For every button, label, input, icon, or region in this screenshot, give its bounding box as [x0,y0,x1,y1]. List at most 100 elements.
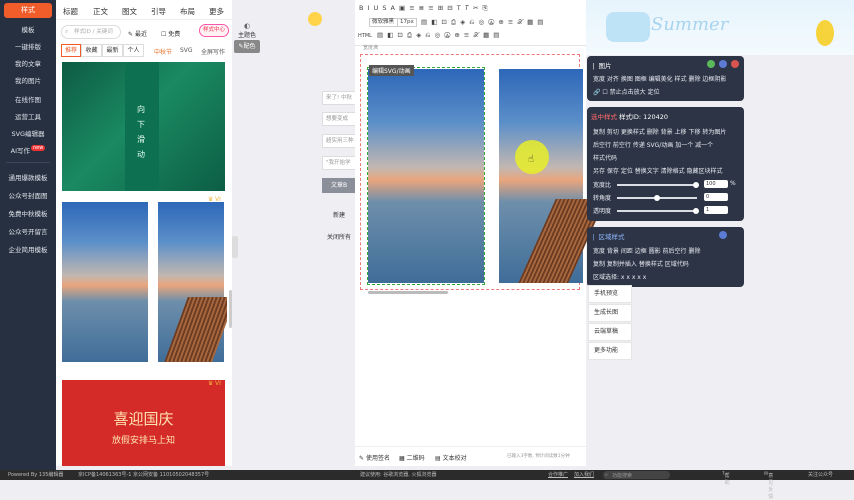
nav-logo-style[interactable]: 样式 [4,3,52,18]
article-b-button[interactable]: 文章B [322,178,356,193]
vip-label: VI [215,196,221,203]
area-actions-row1[interactable]: 宽度 背景 间距 边框 圆影 前后空行 删除 [593,246,700,255]
format-icons-row2[interactable]: ▤ ◧ ⊡ ⎙ ◈ ⎌ ◎ Ⓐ ⊕ ≡ 𝒳 ▦ ▤ [421,18,544,27]
rotate-slider-knob[interactable] [654,195,660,201]
tab-title[interactable]: 标题 [63,6,78,17]
nav-item-svg[interactable]: SVG编辑器 [0,128,56,138]
format-icons-row1[interactable]: B I U S A ▣ ≡ ≣ ≡ ⊞ ⊟ T 𝑇 ✂ ⎘ [359,4,489,13]
nav-item-images[interactable]: 我的图片 [0,75,56,85]
tab-more[interactable]: 更多 [209,6,224,17]
template-card-photo[interactable]: ♛ VI [61,196,227,363]
format-icons-row3[interactable]: ▤ ◧ ⊡ ⎙ ◈ ⎌ ◎ Ⓐ ⊕ ≡ 𝒳 ▦ ▤ [377,31,500,40]
template-card-nationalday[interactable]: 喜迎国庆 放假安排马上知 ♛ VI [62,380,225,466]
filter-latest[interactable]: 最新 [102,44,123,57]
opacity-slider-knob[interactable] [693,208,699,214]
style-actions-row2[interactable]: 后空行 前空行 传递 SVG/动画 加一个 减一个 [593,140,713,149]
opacity-slider[interactable] [617,208,699,214]
recent-article-3[interactable]: 超实用三种 [322,134,356,148]
editor-canvas[interactable]: 宽度满 编辑SVG/动画 [355,45,606,446]
nav-item-comments[interactable]: 公众号开留言 [0,226,56,236]
left-nav: 样式 模板 一键排版 我的文章 我的图片 在线作图 运营工具 SVG编辑器 AI… [0,0,56,470]
recent-article-2[interactable]: 想要变成 [322,112,356,126]
free-checkbox[interactable]: ☐ 免费 [161,29,180,38]
style-code-button[interactable]: 样式代码 [593,153,617,162]
close-all-button[interactable]: 关闭所有 [322,230,356,245]
new-article-button[interactable]: 新建 [322,208,356,223]
style-actions-row4[interactable]: 另存 保存 定位 替换文字 清除格式 隐藏区块样式 [593,166,723,175]
svg-block-frame[interactable]: 编辑SVG/动画 [360,54,606,294]
edit-svg-tag[interactable]: 编辑SVG/动画 [369,65,414,76]
color-label: 配色 [243,43,256,50]
style-actions-row1[interactable]: 复制 剪切 更换样式 删除 背景 上移 下移 转为图片 [593,127,726,136]
nav-item-onekey[interactable]: 一键排版 [0,41,56,51]
nav-item-enterprise[interactable]: 企业简用模板 [0,244,56,254]
long-image-button[interactable]: 生成长图 [588,304,632,322]
width-slider-knob[interactable] [693,182,699,188]
nav-item-hot[interactable]: 通用爆款模板 [0,172,56,182]
svg-hscroll[interactable] [368,291,448,294]
search-row: ⌕ 样式ID / 关键词 ✎ 最近 ☐ 免费 样式中心 [56,22,232,42]
nav-item-template[interactable]: 模板 [0,24,56,34]
filter-personal[interactable]: 个人 [123,44,144,57]
image-actions-row2[interactable]: 🔗 ☐ 禁止点击放大 定位 [593,87,660,96]
style-center-button[interactable]: 样式中心 [199,24,229,37]
filter-favorite[interactable]: 收藏 [81,44,102,57]
size-select[interactable]: 17px [397,18,417,27]
close-icon[interactable] [731,60,739,68]
icp-text[interactable]: 京ICP备14061363号-1 京公网安备 11010502048357号 [78,471,209,478]
feedback-link[interactable]: ✉ 意见反馈 [764,471,773,500]
nav-item-tools[interactable]: 运营工具 [0,111,56,121]
width-ratio-input[interactable]: 100 [704,180,728,188]
mobile-preview-button[interactable]: 手机预览 [588,285,632,303]
image-actions-row1[interactable]: 宽度 对齐 换图 图框 编辑美化 样式 删除 边框阴影 [593,74,726,83]
tab-body[interactable]: 正文 [93,6,108,17]
feature-search-input[interactable]: ⌕ 功能搜索 [603,471,670,479]
filter-fullscreen[interactable]: 全屏写作 [201,47,225,56]
nav-item-midautumn[interactable]: 免费中秋模板 [0,208,56,218]
palette-icon: ◐ [243,22,251,30]
theme-color-button[interactable]: ◐ 主题色 [233,22,261,39]
recent-article-1[interactable]: 来了! 中秋 [322,91,356,105]
recent-article-4[interactable]: "我开始学 [322,156,356,170]
nav-item-draw[interactable]: 在线作图 [0,94,56,104]
banner-sticker [606,12,650,42]
area-select-row[interactable]: 区域选择: x x x x x [593,272,646,281]
rotate-input[interactable]: 0 [704,193,728,201]
lake-image-right[interactable] [499,69,606,283]
tab-imagetext[interactable]: 图文 [122,6,137,17]
area-panel-title-label: 区域样式 [598,233,625,241]
nav-item-ai[interactable]: AI写作 new [0,145,56,155]
nav-item-articles[interactable]: 我的文章 [0,58,56,68]
panel-scrollbar[interactable] [229,290,232,328]
filter-svg[interactable]: SVG [180,47,193,54]
follow-link[interactable]: 关注公众号 [808,471,833,478]
proofread-button[interactable]: ▤ 文本校对 [435,453,467,462]
nav-item-cover[interactable]: 公众号封面图 [0,190,56,200]
cloud-draft-button[interactable]: 云端草稿 [588,323,632,341]
filter-midautumn[interactable]: 中秋节 [154,47,172,56]
sun-icon [308,12,322,26]
signature-button[interactable]: ✎ 使用签名 [359,453,390,462]
help-icon[interactable] [719,231,727,239]
qrcode-button[interactable]: ▦ 二维码 [399,453,425,462]
help-link[interactable]: ? 帮助 [722,471,730,486]
rotate-slider[interactable] [617,195,697,201]
more-features-button[interactable]: 更多功能 [588,342,632,360]
tab-guide[interactable]: 引导 [151,6,166,17]
opacity-label: 透明度 [593,208,612,215]
width-ratio-slider[interactable] [617,182,699,188]
style-search-input[interactable]: ⌕ 样式ID / 关键词 [61,25,121,39]
cooperate-link[interactable]: 合作推广 [548,471,568,478]
opacity-input[interactable]: 1 [704,206,728,214]
confirm-icon[interactable] [707,60,715,68]
join-link[interactable]: 加入我们 [574,471,594,478]
html-button[interactable]: HTML [358,33,372,39]
tab-layout[interactable]: 布局 [180,6,195,17]
help-icon[interactable] [719,60,727,68]
recent-filter[interactable]: ✎ 最近 [128,29,147,38]
color-button[interactable]: ✎配色 [234,40,260,53]
filter-recommend[interactable]: 推荐 [61,44,81,57]
area-actions-row2[interactable]: 复制 复制并插入 替换样式 区域代码 [593,259,689,268]
collapse-handle[interactable] [232,236,238,258]
template-card-slide[interactable]: 向下滑动 [62,62,225,191]
